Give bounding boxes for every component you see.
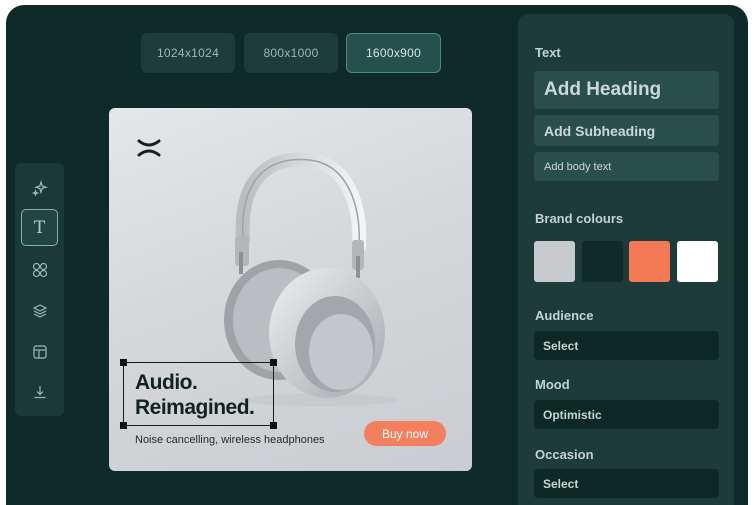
add-body-text-button[interactable]: Add body text — [534, 152, 719, 181]
ad-headline[interactable]: Audio. Reimagined. — [135, 370, 295, 420]
editor-frame: 1024x1024 800x1000 1600x900 T Audio. Rei… — [6, 5, 748, 505]
audience-select[interactable]: Select — [534, 331, 719, 360]
brand-colours-label: Brand colours — [535, 211, 624, 226]
brand-colour-swatch-white[interactable] — [677, 241, 718, 282]
add-subheading-button[interactable]: Add Subheading — [534, 115, 719, 146]
ad-tagline[interactable]: Noise cancelling, wireless headphones — [135, 434, 325, 446]
download-tool-button[interactable] — [21, 373, 58, 410]
tool-sidebar: T — [15, 163, 64, 416]
layers-icon — [32, 303, 47, 318]
occasion-label: Occasion — [535, 447, 594, 462]
size-tab-1024x1024[interactable]: 1024x1024 — [141, 33, 235, 73]
brand-colour-swatch-dark-green[interactable] — [582, 241, 623, 282]
brand-colour-swatch-grey[interactable] — [534, 241, 575, 282]
ad-canvas[interactable]: Audio. Reimagined. Noise cancelling, wir… — [109, 108, 472, 471]
resize-handle-top-right[interactable] — [270, 359, 277, 366]
text-icon: T — [33, 217, 46, 238]
size-tab-800x1000[interactable]: 800x1000 — [244, 33, 338, 73]
brand-colour-swatch-coral[interactable] — [629, 241, 670, 282]
audience-label: Audience — [535, 308, 594, 323]
download-icon — [34, 385, 45, 398]
occasion-select[interactable]: Select — [534, 469, 719, 498]
mood-label: Mood — [535, 377, 570, 392]
resize-handle-bottom-right[interactable] — [270, 422, 277, 429]
magic-tool-button[interactable] — [21, 169, 58, 206]
buy-now-button[interactable]: Buy now — [364, 421, 446, 446]
resize-handle-top-left[interactable] — [120, 359, 127, 366]
size-tab-1600x900[interactable]: 1600x900 — [346, 33, 441, 73]
add-heading-button[interactable]: Add Heading — [534, 71, 719, 109]
headline-line-2: Reimagined. — [135, 396, 255, 419]
text-section-label: Text — [535, 45, 561, 60]
headline-line-1: Audio. — [135, 371, 198, 394]
properties-panel: Text Add Heading Add Subheading Add body… — [518, 14, 734, 505]
elements-tool-button[interactable] — [21, 251, 58, 288]
sparkle-icon — [31, 179, 48, 196]
layers-tool-button[interactable] — [21, 292, 58, 329]
elements-icon — [32, 262, 47, 277]
text-tool-button[interactable]: T — [21, 209, 58, 246]
resize-handle-bottom-left[interactable] — [120, 422, 127, 429]
template-icon — [32, 344, 47, 359]
template-tool-button[interactable] — [21, 333, 58, 370]
brand-logo-icon — [137, 139, 161, 157]
mood-select[interactable]: Optimistic — [534, 400, 719, 429]
